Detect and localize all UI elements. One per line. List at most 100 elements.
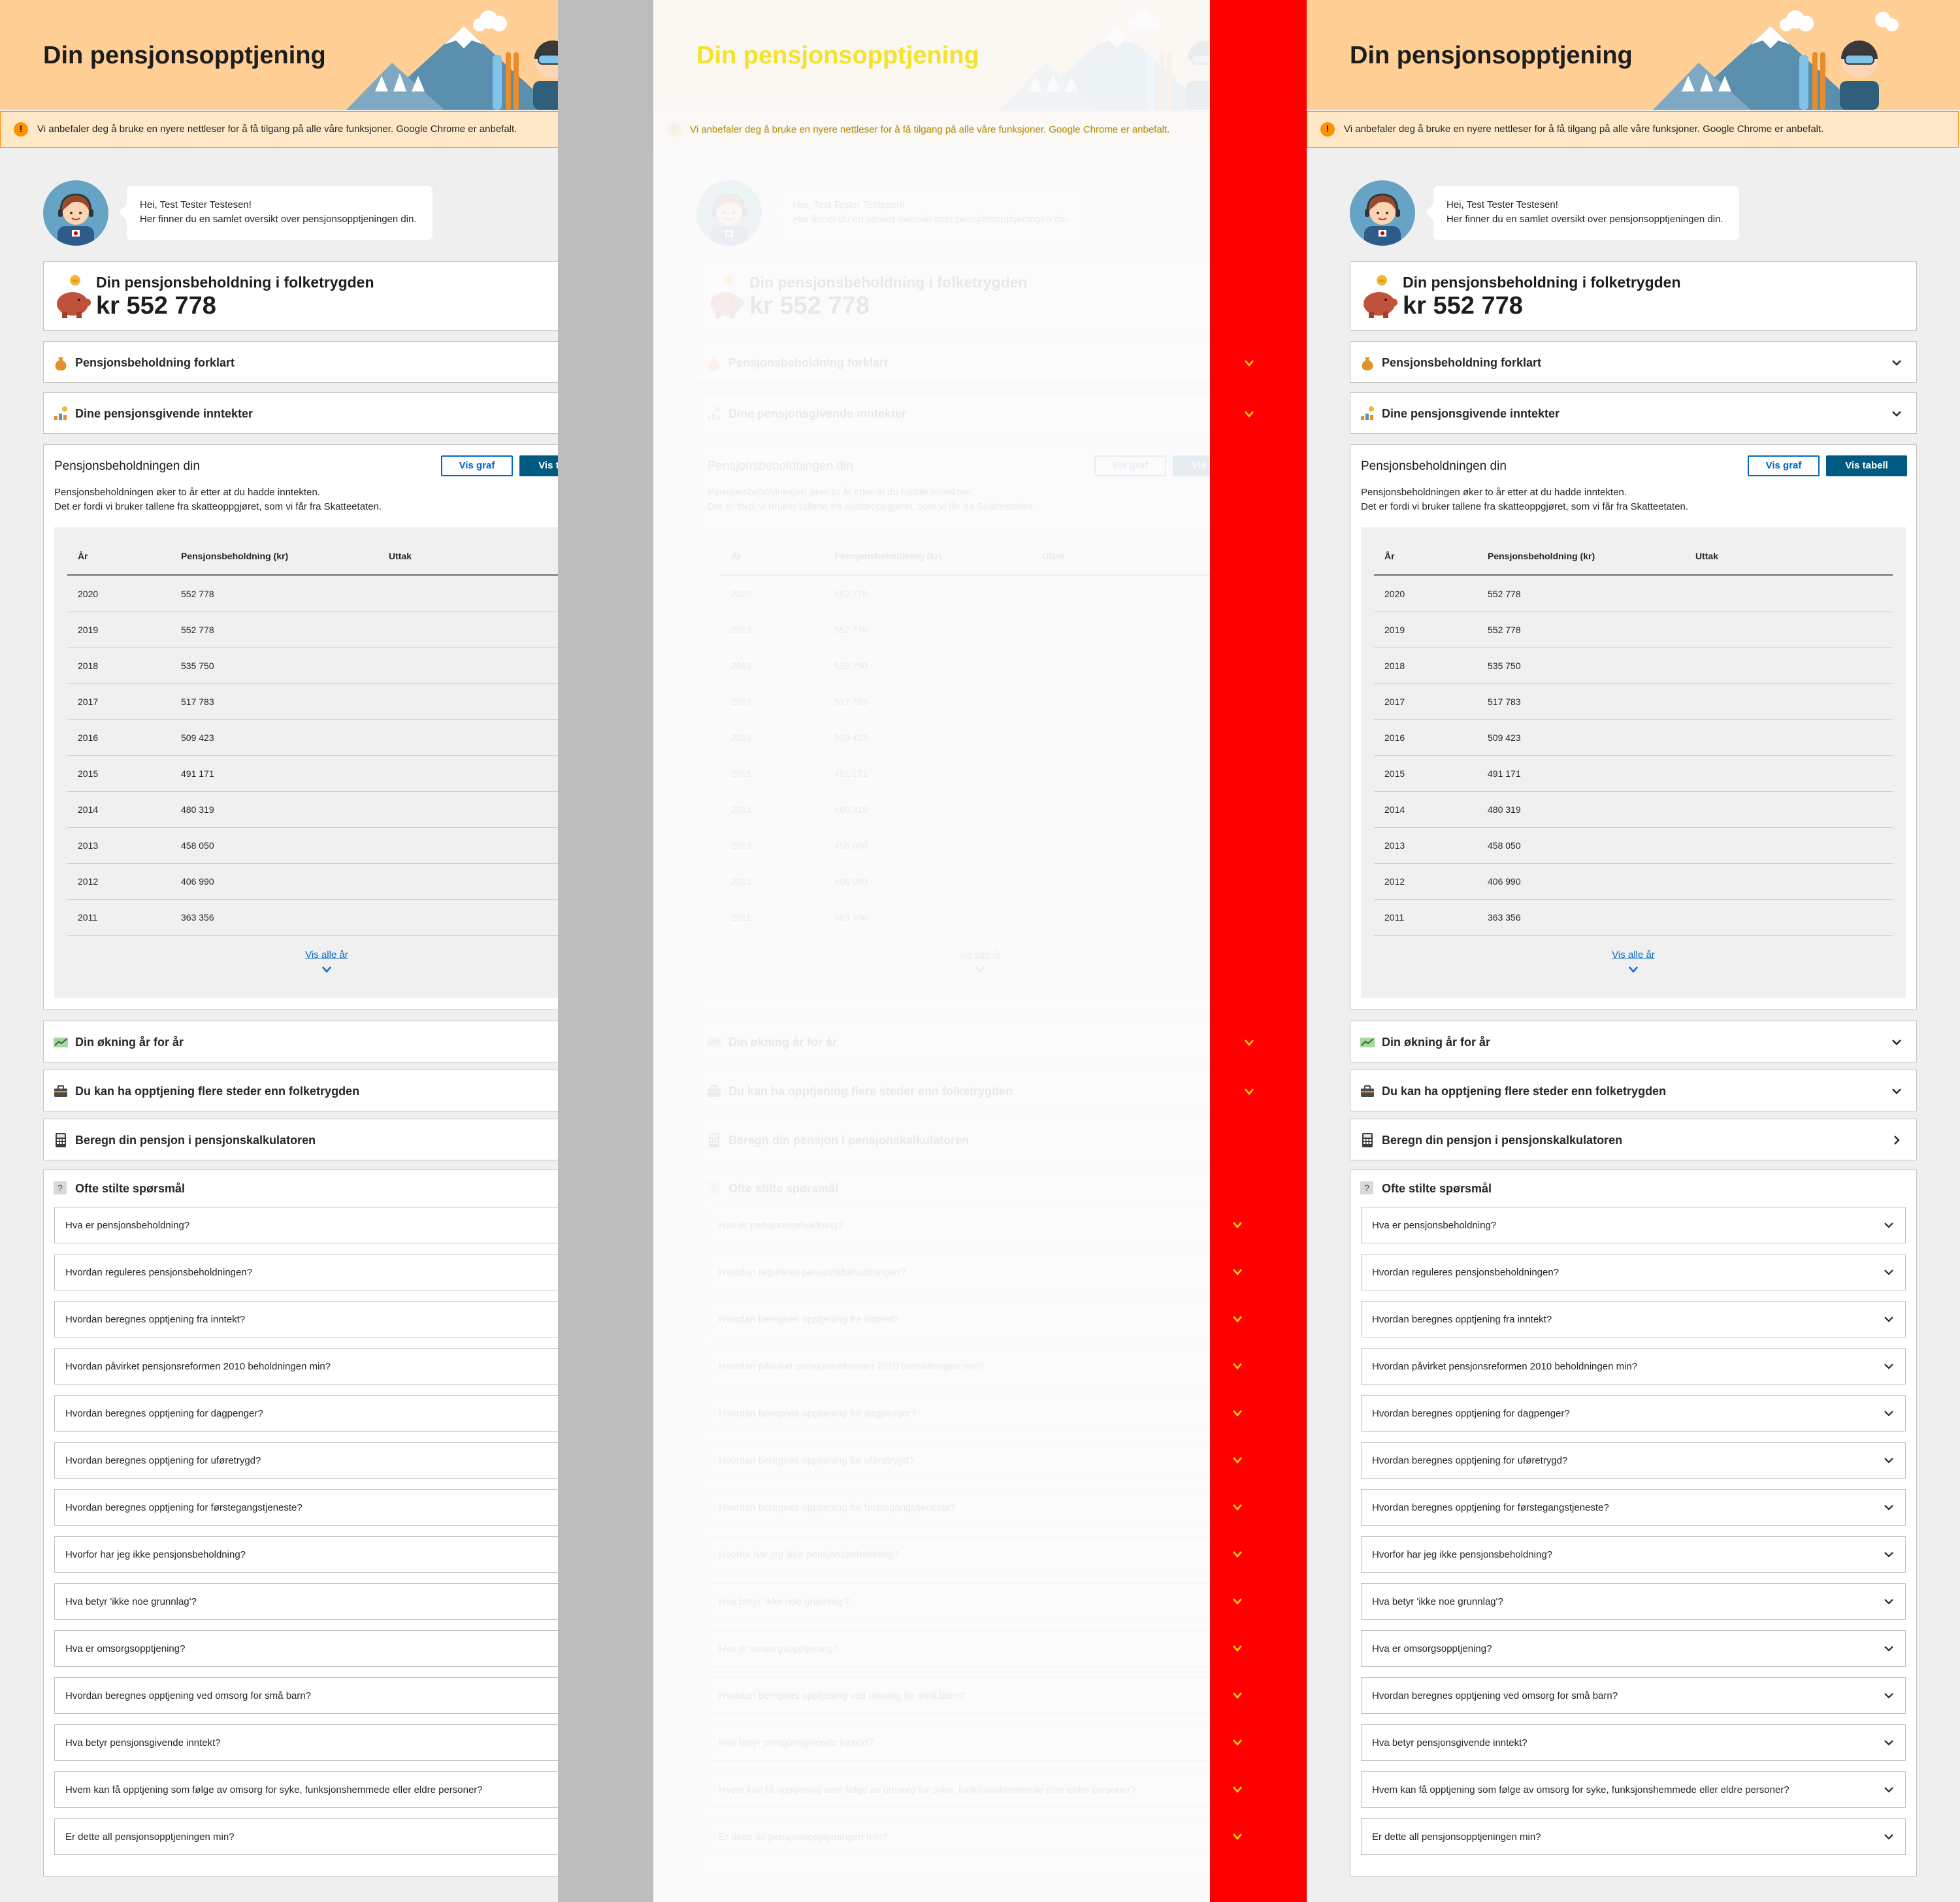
faq-item[interactable]: Hvordan beregnes opptjening for dagpenge… bbox=[54, 1395, 558, 1432]
faq-item[interactable]: Hvem kan få opptjening som følge av omso… bbox=[54, 1771, 558, 1808]
faq-item[interactable]: Hvordan beregnes opptjening fra inntekt? bbox=[708, 1301, 1210, 1337]
faq-question: Hvordan beregnes opptjening for dagpenge… bbox=[719, 1408, 917, 1419]
faq-item[interactable]: Hva betyr pensjonsgivende inntekt? bbox=[1361, 1724, 1906, 1761]
chevron-down-icon[interactable] bbox=[1627, 965, 1639, 974]
cell-year: 2014 bbox=[1384, 804, 1405, 815]
faq-question: Hva er pensjonsbeholdning? bbox=[719, 1220, 843, 1231]
section-increase[interactable]: Din økning år for år bbox=[43, 1021, 558, 1062]
diff-chevron-icon bbox=[1233, 1504, 1242, 1511]
section-income[interactable]: Dine pensjonsgivende inntekter bbox=[1350, 392, 1917, 434]
faq-item[interactable]: Er dette all pensjonsopptjeningen min? bbox=[708, 1818, 1210, 1855]
chevron-down-icon bbox=[1884, 1552, 1893, 1558]
faq-item[interactable]: Hvordan beregnes opptjening ved omsorg f… bbox=[708, 1677, 1210, 1714]
chevron-down-icon[interactable] bbox=[974, 965, 986, 974]
faq-item[interactable]: Hvordan beregnes opptjening for førstega… bbox=[54, 1489, 558, 1526]
faq-item[interactable]: Hva betyr 'ikke noe grunnlag'? bbox=[54, 1583, 558, 1620]
cell-balance: 509 423 bbox=[834, 732, 868, 743]
section-income[interactable]: Dine pensjonsgivende inntekter bbox=[696, 392, 1210, 434]
cell-balance: 406 990 bbox=[181, 876, 214, 887]
section-explained[interactable]: Pensjonsbeholdning forklart bbox=[1350, 341, 1917, 383]
faq-item[interactable]: Hvordan påvirket pensjonsreformen 2010 b… bbox=[54, 1348, 558, 1385]
faq-item[interactable]: Hvordan beregnes opptjening fra inntekt? bbox=[1361, 1301, 1906, 1337]
section-other-places[interactable]: Du kan ha opptjening flere steder enn fo… bbox=[43, 1070, 558, 1111]
show-graph-button[interactable]: Vis graf bbox=[1094, 455, 1166, 476]
faq-item[interactable]: Hva betyr 'ikke noe grunnlag'? bbox=[1361, 1583, 1906, 1620]
total-balance-label: Din pensjonsbeholdning i folketrygden bbox=[96, 274, 374, 291]
faq-item[interactable]: Er dette all pensjonsopptjeningen min? bbox=[54, 1818, 558, 1855]
show-table-button[interactable]: Vis tabell bbox=[1173, 455, 1210, 476]
faq-item[interactable]: Hvordan påvirket pensjonsreformen 2010 b… bbox=[708, 1348, 1210, 1385]
total-balance-value: kr 552 778 bbox=[1403, 292, 1523, 320]
calculator-icon bbox=[1362, 1133, 1373, 1147]
faq-item[interactable]: Hva er pensjonsbeholdning? bbox=[54, 1207, 558, 1243]
cell-balance: 480 319 bbox=[1488, 804, 1521, 815]
faq-question: Hvordan beregnes opptjening ved omsorg f… bbox=[1372, 1690, 1618, 1701]
faq-item[interactable]: Hvorfor har jeg ikke pensjonsbeholdning? bbox=[1361, 1536, 1906, 1573]
faq-question: Hvordan beregnes opptjening for dagpenge… bbox=[1372, 1408, 1570, 1419]
chevron-down-icon bbox=[1884, 1834, 1893, 1840]
faq-item[interactable]: Hva er pensjonsbeholdning? bbox=[708, 1207, 1210, 1243]
section-calculator[interactable]: Beregn din pensjon i pensjonskalkulatore… bbox=[696, 1119, 1210, 1160]
faq-item[interactable]: Hva er pensjonsbeholdning? bbox=[1361, 1207, 1906, 1243]
faq-item[interactable]: Hvordan beregnes opptjening for førstega… bbox=[708, 1489, 1210, 1526]
section-explained[interactable]: Pensjonsbeholdning forklart bbox=[696, 341, 1210, 383]
growth-graph-icon bbox=[54, 1038, 68, 1047]
section-other-places[interactable]: Du kan ha opptjening flere steder enn fo… bbox=[696, 1070, 1210, 1111]
show-all-years-link[interactable]: Vis alle år bbox=[1361, 949, 1906, 960]
pension-page: Din pensjonsopptjening ! Vi anbefaler de… bbox=[653, 0, 1210, 1902]
cell-balance: 363 356 bbox=[181, 912, 214, 923]
faq-item[interactable]: Hvorfor har jeg ikke pensjonsbeholdning? bbox=[708, 1536, 1210, 1573]
faq-item[interactable]: Hvordan beregnes opptjening for dagpenge… bbox=[708, 1395, 1210, 1432]
cell-year: 2018 bbox=[78, 661, 99, 671]
faq-item[interactable]: Hva betyr pensjonsgivende inntekt? bbox=[54, 1724, 558, 1761]
faq-item[interactable]: Hvordan beregnes opptjening ved omsorg f… bbox=[1361, 1677, 1906, 1714]
section-calculator[interactable]: Beregn din pensjon i pensjonskalkulatore… bbox=[43, 1119, 558, 1160]
faq-item[interactable]: Hvem kan få opptjening som følge av omso… bbox=[1361, 1771, 1906, 1808]
cell-balance: 552 778 bbox=[834, 625, 868, 635]
faq-item[interactable]: Hvordan reguleres pensjonsbeholdningen? bbox=[708, 1254, 1210, 1290]
faq-item[interactable]: Hvordan beregnes opptjening for uføretry… bbox=[54, 1442, 558, 1479]
faq-item[interactable]: Hva betyr 'ikke noe grunnlag'? bbox=[708, 1583, 1210, 1620]
faq-item[interactable]: Hvordan beregnes opptjening for uføretry… bbox=[708, 1442, 1210, 1479]
faq-item[interactable]: Hvorfor har jeg ikke pensjonsbeholdning? bbox=[54, 1536, 558, 1573]
chevron-down-icon bbox=[1884, 1693, 1893, 1699]
section-other-places[interactable]: Du kan ha opptjening flere steder enn fo… bbox=[1350, 1070, 1917, 1111]
faq-item[interactable]: Hvordan beregnes opptjening for uføretry… bbox=[1361, 1442, 1906, 1479]
section-income[interactable]: Dine pensjonsgivende inntekter bbox=[43, 392, 558, 434]
faq-item[interactable]: Hva er omsorgsopptjening? bbox=[54, 1630, 558, 1667]
section-calculator[interactable]: Beregn din pensjon i pensjonskalkulatore… bbox=[1350, 1119, 1917, 1160]
balance-table: År Pensjonsbeholdning (kr) Uttak 2020 552… bbox=[54, 527, 558, 998]
calculator-icon bbox=[709, 1133, 719, 1147]
section-increase[interactable]: Din økning år for år bbox=[1350, 1021, 1917, 1062]
faq-item[interactable]: Hvordan beregnes opptjening for førstega… bbox=[1361, 1489, 1906, 1526]
faq-item[interactable]: Hvordan reguleres pensjonsbeholdningen? bbox=[54, 1254, 558, 1290]
balance-title: Pensjonsbeholdningen din bbox=[54, 459, 200, 473]
faq-item[interactable]: Hvem kan få opptjening som følge av omso… bbox=[708, 1771, 1210, 1808]
show-table-button[interactable]: Vis tabell bbox=[1826, 455, 1907, 476]
balance-table: År Pensjonsbeholdning (kr) Uttak 2020 552… bbox=[1361, 527, 1906, 998]
chevron-down-icon[interactable] bbox=[321, 965, 333, 974]
section-explained[interactable]: Pensjonsbeholdning forklart bbox=[43, 341, 558, 383]
faq-item[interactable]: Hvordan påvirket pensjonsreformen 2010 b… bbox=[1361, 1348, 1906, 1385]
show-all-years-link[interactable]: Vis alle år bbox=[708, 949, 1210, 960]
show-graph-button[interactable]: Vis graf bbox=[1748, 455, 1820, 476]
show-all-years-link[interactable]: Vis alle år bbox=[54, 949, 558, 960]
faq-item[interactable]: Hva betyr pensjonsgivende inntekt? bbox=[708, 1724, 1210, 1761]
table-row: 2013 458 050 bbox=[721, 827, 1210, 864]
cell-year: 2017 bbox=[78, 697, 99, 707]
faq-item[interactable]: Hvordan beregnes opptjening ved omsorg f… bbox=[54, 1677, 558, 1714]
faq-item[interactable]: Hvordan reguleres pensjonsbeholdningen? bbox=[1361, 1254, 1906, 1290]
faq-item[interactable]: Hva er omsorgsopptjening? bbox=[1361, 1630, 1906, 1667]
faq-item[interactable]: Hvordan beregnes opptjening for dagpenge… bbox=[1361, 1395, 1906, 1432]
show-table-button[interactable]: Vis tabell bbox=[519, 455, 558, 476]
svg-text:?: ? bbox=[1364, 1183, 1369, 1193]
cell-balance: 535 750 bbox=[834, 661, 868, 671]
cell-balance: 458 050 bbox=[834, 840, 868, 851]
faq-item[interactable]: Hvordan beregnes opptjening fra inntekt? bbox=[54, 1301, 558, 1337]
faq-item[interactable]: Er dette all pensjonsopptjeningen min? bbox=[1361, 1818, 1906, 1855]
section-increase[interactable]: Din økning år for år bbox=[696, 1021, 1210, 1062]
faq-item[interactable]: Hva er omsorgsopptjening? bbox=[708, 1630, 1210, 1667]
show-graph-button[interactable]: Vis graf bbox=[441, 455, 513, 476]
section-other-places-title: Du kan ha opptjening flere steder enn fo… bbox=[75, 1085, 360, 1098]
growth-graph-icon bbox=[1360, 1038, 1375, 1047]
